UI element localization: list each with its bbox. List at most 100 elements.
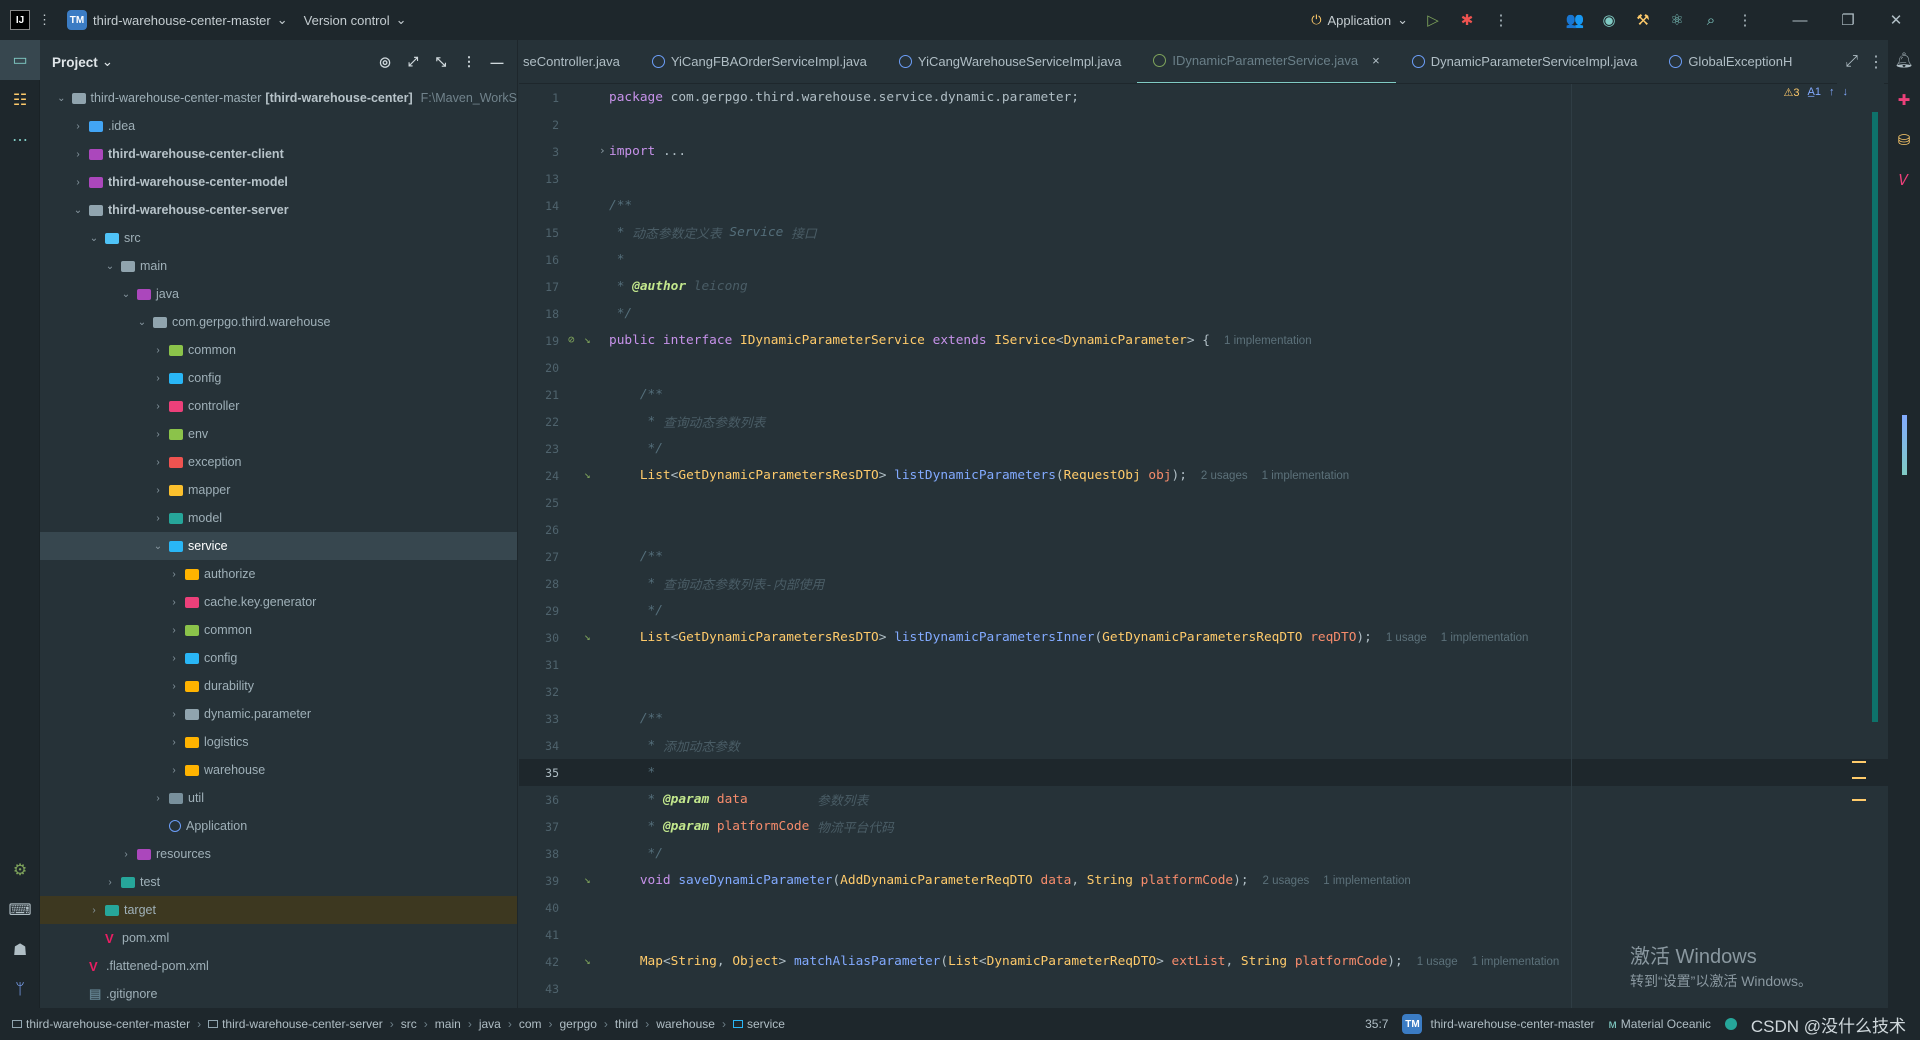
code-vision-hint[interactable]: 1 implementation <box>1441 632 1529 644</box>
chevron-down-icon[interactable]: ⌄ <box>70 205 86 216</box>
code-line[interactable]: 25 <box>519 489 1888 516</box>
tree-item[interactable]: › test <box>40 868 517 896</box>
vcs-menu[interactable]: Version control ⌄ <box>296 0 415 40</box>
services-tool-button[interactable]: ⚙ <box>0 850 40 890</box>
editor-scrollbar[interactable] <box>1872 112 1878 722</box>
tree-item[interactable]: › model <box>40 504 517 532</box>
project-switcher[interactable]: TM third-warehouse-center-master ⌄ <box>59 0 296 40</box>
chevron-right-icon[interactable]: › <box>166 569 182 580</box>
code-line[interactable]: 31 <box>519 651 1888 678</box>
tab-options-icon[interactable]: ⋮ <box>1868 52 1884 72</box>
warning-icon[interactable]: ⚠3 <box>1784 86 1800 99</box>
more-tools-button[interactable]: ⋯ <box>0 120 40 160</box>
code-vision-hint[interactable]: 1 implementation <box>1262 470 1350 482</box>
chevron-right-icon[interactable]: › <box>150 373 166 384</box>
tree-item[interactable]: ⌄ main <box>40 252 517 280</box>
tree-item[interactable]: › exception <box>40 448 517 476</box>
main-menu-button[interactable]: ⋮ <box>30 0 59 40</box>
go-to-implementation-icon[interactable]: ↘ <box>584 873 591 886</box>
chevron-right-icon[interactable]: › <box>166 737 182 748</box>
code-line[interactable]: 16 * <box>519 246 1888 273</box>
code-line[interactable]: 33 /** <box>519 705 1888 732</box>
chevron-right-icon[interactable]: › <box>166 625 182 636</box>
collab-button[interactable]: 👥 <box>1558 0 1592 40</box>
chevron-right-icon[interactable]: › <box>150 457 166 468</box>
implemented-icon[interactable]: ⊘ <box>568 333 575 346</box>
breadcrumb-item[interactable]: service <box>747 1017 785 1031</box>
prev-highlight-icon[interactable]: ↑ <box>1829 86 1835 99</box>
maximize-button[interactable]: ❐ <box>1824 0 1872 40</box>
tree-item[interactable]: › dynamic.parameter <box>40 700 517 728</box>
collapse-all-icon[interactable]: ⤡ <box>429 54 453 70</box>
tree-item[interactable]: ⌄ src <box>40 224 517 252</box>
tree-item[interactable]: › logistics <box>40 728 517 756</box>
tree-item[interactable]: Vpom.xml <box>40 924 517 952</box>
go-to-implementation-icon[interactable]: ↘ <box>584 630 591 643</box>
chevron-right-icon[interactable]: › <box>150 485 166 496</box>
code-line[interactable]: 32 <box>519 678 1888 705</box>
chevron-right-icon[interactable]: › <box>150 793 166 804</box>
code-vision-hint[interactable]: 2 usages <box>1263 875 1310 887</box>
chevron-right-icon[interactable]: › <box>150 345 166 356</box>
tree-item[interactable]: ⌄ third-warehouse-center-server <box>40 196 517 224</box>
theme-name[interactable]: Material Oceanic <box>1621 1017 1711 1031</box>
code-line[interactable]: 27 /** <box>519 543 1888 570</box>
fold-icon[interactable]: › <box>599 144 606 157</box>
tree-item[interactable]: › target <box>40 896 517 924</box>
breadcrumb-item[interactable]: src <box>401 1017 417 1031</box>
chevron-down-icon[interactable]: ⌄ <box>86 233 102 244</box>
go-to-implementation-icon[interactable]: ↘ <box>584 468 591 481</box>
code-line[interactable]: 21 /** <box>519 381 1888 408</box>
ai-assistant-button[interactable]: ⚛ <box>1660 0 1694 40</box>
chevron-right-icon[interactable]: › <box>150 401 166 412</box>
code-line[interactable]: 39 ↘ void saveDynamicParameter(AddDynamic… <box>519 867 1888 894</box>
tree-item[interactable]: V .flattened-pom.xml <box>40 952 517 980</box>
tree-item[interactable]: › util <box>40 784 517 812</box>
breadcrumb-item[interactable]: main <box>435 1017 461 1031</box>
tree-item[interactable]: ⌄ third-warehouse-center-master [third-war… <box>40 84 517 112</box>
tree-item[interactable]: › common <box>40 336 517 364</box>
code-vision-hint[interactable]: 1 implementation <box>1472 956 1560 968</box>
tree-item[interactable]: › mapper <box>40 476 517 504</box>
warning-marker[interactable] <box>1852 761 1866 763</box>
chevron-right-icon[interactable]: › <box>70 121 86 132</box>
code-line[interactable]: 15 * 动态参数定义表 Service 接口 <box>519 219 1888 246</box>
tree-item[interactable]: › .idea <box>40 112 517 140</box>
tree-item[interactable]: › cache.key.generator <box>40 588 517 616</box>
breadcrumb-item[interactable]: third <box>615 1017 638 1031</box>
typo-icon[interactable]: A̲1 <box>1808 86 1821 99</box>
warning-marker[interactable] <box>1852 777 1866 779</box>
editor-tab[interactable]: GlobalExceptionH <box>1653 40 1808 83</box>
tree-item[interactable]: Application <box>40 812 517 840</box>
chevron-right-icon[interactable]: › <box>102 877 118 888</box>
code-line[interactable]: 13 <box>519 165 1888 192</box>
project-tool-button[interactable]: ▭ <box>0 40 40 80</box>
close-button[interactable]: ✕ <box>1872 0 1920 40</box>
code-line[interactable]: 34 * 添加动态参数 <box>519 732 1888 759</box>
chevron-right-icon[interactable]: › <box>86 905 102 916</box>
run-button[interactable]: ▷ <box>1416 0 1450 40</box>
code-vision-hint[interactable]: 1 usage <box>1417 956 1458 968</box>
code-editor[interactable]: 1 package com.gerpgo.third.warehouse.serv… <box>519 84 1888 1008</box>
editor-tab[interactable]: IDynamicParameterService.java × <box>1137 40 1396 83</box>
chevron-right-icon[interactable]: › <box>166 765 182 776</box>
code-line[interactable]: 2 <box>519 111 1888 138</box>
editor-tab[interactable]: seController.java <box>519 40 636 83</box>
go-to-implementation-icon[interactable]: ↘ <box>584 333 591 346</box>
more-actions-button[interactable]: ⋮ <box>1484 0 1518 40</box>
chevron-right-icon[interactable]: › <box>118 849 134 860</box>
close-tab-icon[interactable]: × <box>1372 53 1380 68</box>
code-line[interactable]: 29 */ <box>519 597 1888 624</box>
hide-panel-icon[interactable]: — <box>485 55 509 70</box>
tree-item[interactable]: › resources <box>40 840 517 868</box>
code-line[interactable]: 17 * @author leicong <box>519 273 1888 300</box>
breadcrumb-item[interactable]: com <box>519 1017 542 1031</box>
code-line[interactable]: 37 * @param platformCode 物流平台代码 <box>519 813 1888 840</box>
locate-file-icon[interactable]: ◎ <box>373 54 397 70</box>
code-line[interactable]: 22 * 查询动态参数列表 <box>519 408 1888 435</box>
chevron-right-icon[interactable]: › <box>70 149 86 160</box>
editor-tab[interactable]: YiCangWarehouseServiceImpl.java <box>883 40 1138 83</box>
project-panel-title[interactable]: Project <box>52 55 98 70</box>
tree-item[interactable]: › authorize <box>40 560 517 588</box>
code-line[interactable]: 36 * @param data 参数列表 <box>519 786 1888 813</box>
